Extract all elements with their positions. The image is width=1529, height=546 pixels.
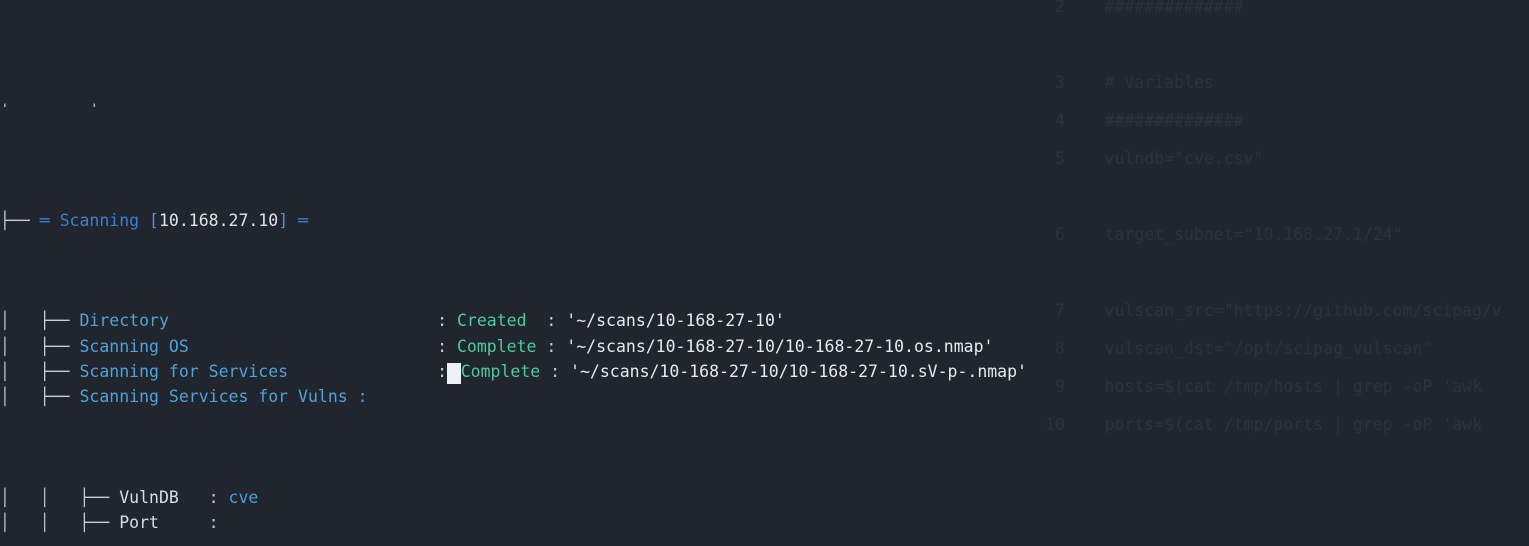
row-separator-2: : — [546, 336, 557, 356]
vuln-sub-row: │ │ ├── Port : — [0, 510, 1529, 535]
header-rule-right: ═ — [298, 210, 309, 230]
row-label: Scanning Services for Vulns : — [79, 386, 368, 406]
row-path: '~/scans/10-168-27-10/10-168-27-10.os.nm… — [566, 336, 994, 356]
row-status: Complete — [460, 361, 551, 381]
tree-branch-icon: ├── — [79, 512, 110, 532]
row-separator-1: : — [437, 311, 448, 331]
row-label: Scanning OS — [79, 336, 438, 356]
target-bracket-close: ] — [278, 210, 289, 230]
tree-branch-icon: ├── — [0, 210, 30, 230]
row-path: '~/scans/10-168-27-10' — [566, 311, 785, 331]
header-title: Scanning — [59, 210, 140, 230]
row-separator-2: : — [546, 311, 557, 331]
sub-row-label: VulnDB — [119, 487, 209, 507]
header-rule-left: ═ — [39, 210, 50, 230]
spacer-2 — [50, 211, 60, 230]
tree-vertical-bar: │ — [0, 361, 40, 381]
target-bracket-open: [ — [149, 210, 159, 230]
tree-branch-icon: ├── — [39, 361, 70, 381]
status-row: │ ├── Scanning Services for Vulns : — [0, 384, 1529, 409]
spacer-4 — [288, 211, 298, 230]
tree-vertical-bar: │ — [0, 386, 40, 406]
row-status: Created — [457, 311, 547, 331]
tree-branch-icon: ├── — [39, 386, 70, 406]
sub-row-value: cve — [228, 487, 259, 507]
terminal-window[interactable]: 2 ############## 3 # Variables 4 #######… — [0, 0, 1529, 546]
row-path: '~/scans/10-168-27-10/10-168-27-10.sV-p-… — [570, 361, 1027, 381]
target-ip: 10.168.27.10 — [158, 210, 279, 230]
row-separator-1: : — [437, 336, 448, 356]
tree-branch-icon: ├── — [39, 311, 70, 331]
spacer-1 — [30, 211, 40, 230]
tree-vertical-bar: │ │ — [0, 512, 80, 532]
top-status-rows: │ ├── Directory : Created : '~/scans/10-… — [0, 308, 1529, 409]
tree-vertical-bar: │ │ — [0, 487, 80, 507]
row-separator-2: : — [550, 361, 561, 381]
sub-row-separator: : — [208, 487, 219, 507]
row-partial-top: │ │ — [0, 101, 1529, 107]
row-label: Scanning for Services — [79, 361, 438, 381]
tree-vertical-bar: │ — [0, 336, 40, 356]
tree-branch-icon: ├── — [39, 336, 70, 356]
spacer-3 — [139, 211, 149, 230]
sub-row-label: Port — [119, 512, 209, 532]
row-separator-1: : — [437, 361, 448, 381]
status-row: │ ├── Scanning for Services : Complete :… — [0, 359, 1529, 384]
row-label: Directory — [79, 311, 438, 331]
status-row: │ ├── Directory : Created : '~/scans/10-… — [0, 308, 1529, 333]
status-row: │ ├── Scanning OS : Complete : '~/scans/… — [0, 334, 1529, 359]
scan-header-row: ├── ═ Scanning [10.168.27.10] ═ — [0, 208, 1529, 233]
terminal-cursor — [447, 362, 461, 384]
terminal-foreground: │ │ ├── ═ Scanning [10.168.27.10] ═ │ ├─… — [0, 0, 1529, 546]
row-status: Complete — [457, 336, 547, 356]
tree-branch-icon: ├── — [79, 487, 110, 507]
tree-vertical-bar: │ │ — [0, 104, 99, 107]
sub-row-separator: : — [208, 512, 219, 532]
tree-vertical-bar: │ — [0, 311, 40, 331]
vuln-sub-rows: │ │ ├── VulnDB : cve │ │ ├── Port : — [0, 485, 1529, 535]
vuln-sub-row: │ │ ├── VulnDB : cve — [0, 485, 1529, 510]
